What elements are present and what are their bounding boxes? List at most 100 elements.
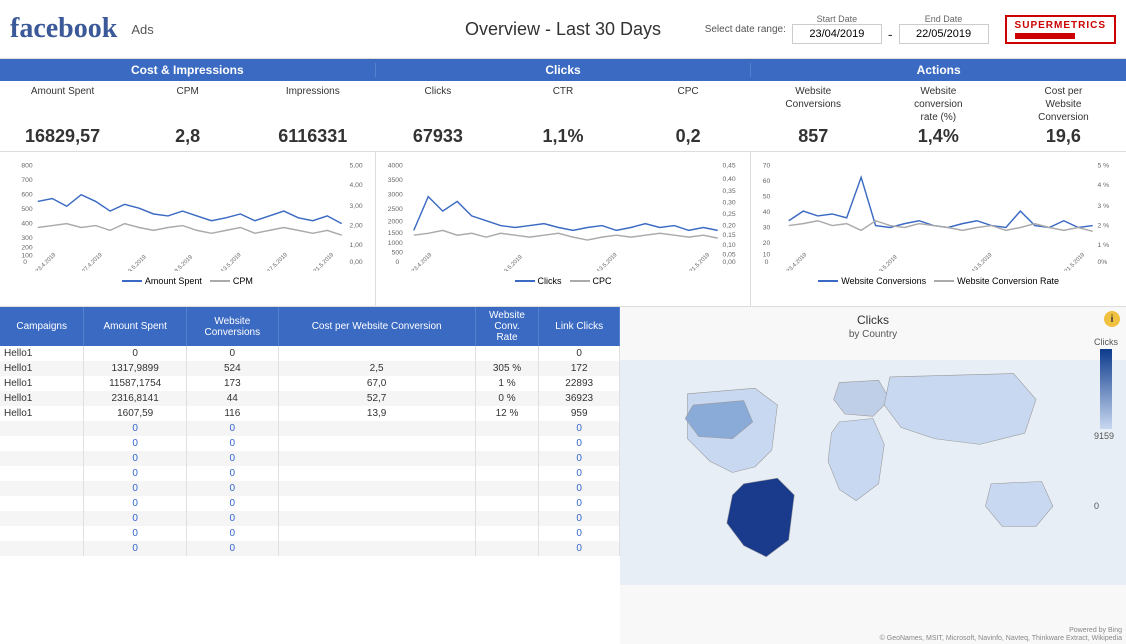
svg-text:3500: 3500 <box>387 177 402 184</box>
table-cell: 52,7 <box>278 391 475 406</box>
svg-text:23.4.2019: 23.4.2019 <box>411 252 433 271</box>
actions-header: Actions <box>751 63 1126 77</box>
end-date-input[interactable] <box>899 24 989 44</box>
campaigns-table: Campaigns Amount Spent WebsiteConversion… <box>0 307 620 556</box>
svg-text:0,15: 0,15 <box>722 232 735 239</box>
svg-text:13.5.2019: 13.5.2019 <box>220 252 242 271</box>
table-cell: 0 <box>539 511 620 526</box>
svg-text:13.5.2019: 13.5.2019 <box>972 252 994 271</box>
table-cell: 0 <box>187 451 279 466</box>
svg-text:13.5.2019: 13.5.2019 <box>596 252 618 271</box>
table-cell: 0 <box>84 421 187 436</box>
table-cell: 0 <box>539 466 620 481</box>
svg-text:1500: 1500 <box>387 230 402 237</box>
table-cell <box>0 421 84 436</box>
date-range-section: Select date range: Start Date - End Date… <box>705 14 1116 44</box>
table-cell: 0 <box>539 421 620 436</box>
impressions-label: Impressions <box>250 85 375 124</box>
ctr-label: CTR <box>500 85 625 124</box>
svg-text:17.5.2019: 17.5.2019 <box>267 252 289 271</box>
table-cell: Hello1 <box>0 361 84 376</box>
table-cell <box>475 481 539 496</box>
page-title: Overview - Last 30 Days <box>465 19 661 40</box>
chart-clicks: 4000 3500 3000 2500 2000 1500 1000 500 0… <box>376 152 752 306</box>
map-legend-min: 0 <box>1094 501 1118 511</box>
svg-text:0,25: 0,25 <box>722 211 735 218</box>
table-cell: 0 <box>84 466 187 481</box>
conv-rate-value: 1,4% <box>876 126 1001 147</box>
facebook-logo: facebook <box>10 13 117 45</box>
svg-text:30: 30 <box>763 224 771 231</box>
table-cell: 0 <box>84 436 187 451</box>
legend-cpm: CPM <box>210 276 253 286</box>
table-cell: 1607,59 <box>84 406 187 421</box>
svg-text:10: 10 <box>763 251 771 258</box>
svg-text:3.5.2019: 3.5.2019 <box>503 254 523 271</box>
table-cell <box>475 496 539 511</box>
svg-text:0,10: 0,10 <box>722 242 735 249</box>
table-row: Hello11317,98995242,5305 %172 <box>0 361 620 376</box>
svg-text:60: 60 <box>763 178 771 185</box>
conv-rate-label: Website conversion rate (%) <box>876 85 1001 124</box>
table-cell: 12 % <box>475 406 539 421</box>
table-cell: 0 <box>84 496 187 511</box>
table-row: 000 <box>0 436 620 451</box>
clicks-label: Clicks <box>375 85 500 124</box>
table-cell: 0 <box>187 421 279 436</box>
svg-text:0,40: 0,40 <box>722 176 735 183</box>
table-cell: Hello1 <box>0 376 84 391</box>
end-date-label: End Date <box>925 14 963 24</box>
map-credit: © GeoNames, MSIT, Microsoft, Navinfo, Na… <box>880 635 1122 642</box>
table-cell: 13,9 <box>278 406 475 421</box>
ctr-value: 1,1% <box>500 126 625 147</box>
table-row: Hello1000 <box>0 346 620 361</box>
table-cell: 2316,8141 <box>84 391 187 406</box>
table-cell: 22893 <box>539 376 620 391</box>
map-legend-label: Clicks <box>1094 337 1118 347</box>
charts-row: 800 700 600 500 400 300 200 100 0 5,00 4… <box>0 151 1126 306</box>
clicks-header: Clicks <box>376 63 752 77</box>
svg-text:3.5.2019: 3.5.2019 <box>879 254 899 271</box>
svg-text:5,00: 5,00 <box>349 163 362 170</box>
table-row: 000 <box>0 421 620 436</box>
svg-text:0,05: 0,05 <box>722 251 735 258</box>
table-cell: 0 <box>84 511 187 526</box>
table-header-row: Campaigns Amount Spent WebsiteConversion… <box>0 307 620 346</box>
cpm-label: CPM <box>125 85 250 124</box>
table-row: Hello11607,5911613,912 %959 <box>0 406 620 421</box>
legend-website-conv: Website Conversions <box>818 276 926 286</box>
table-cell: 11587,1754 <box>84 376 187 391</box>
table-cell <box>0 496 84 511</box>
svg-text:1000: 1000 <box>387 240 402 247</box>
amount-spent-value: 16829,57 <box>0 126 125 147</box>
table-cell <box>0 436 84 451</box>
table-cell: 0 <box>539 526 620 541</box>
svg-text:800: 800 <box>21 163 33 170</box>
svg-text:50: 50 <box>763 194 771 201</box>
svg-text:600: 600 <box>21 192 33 199</box>
map-title: Clicks <box>620 307 1126 329</box>
table-cell <box>278 481 475 496</box>
table-cell: 0 <box>187 436 279 451</box>
cost-impressions-header: Cost & Impressions <box>0 63 376 77</box>
table-cell: 959 <box>539 406 620 421</box>
svg-text:21.5.2019: 21.5.2019 <box>1064 252 1086 271</box>
svg-text:40: 40 <box>763 209 771 216</box>
svg-text:5 %: 5 % <box>1098 163 1110 170</box>
start-date-box: Start Date <box>792 14 882 44</box>
svg-text:4 %: 4 % <box>1098 182 1110 189</box>
table-cell: 0 <box>539 436 620 451</box>
website-conv-value: 857 <box>751 126 876 147</box>
start-date-input[interactable] <box>792 24 882 44</box>
table-cell <box>278 346 475 361</box>
table-cell <box>475 451 539 466</box>
bottom-area: Campaigns Amount Spent WebsiteConversion… <box>0 306 1126 644</box>
svg-text:23.4.2019: 23.4.2019 <box>35 252 57 271</box>
table-cell: 0 <box>84 541 187 556</box>
info-icon[interactable]: i <box>1104 311 1120 327</box>
th-link-clicks: Link Clicks <box>539 307 620 346</box>
table-row: 000 <box>0 511 620 526</box>
table-cell <box>475 511 539 526</box>
svg-text:1,00: 1,00 <box>349 242 362 249</box>
clicks-value: 67933 <box>375 126 500 147</box>
